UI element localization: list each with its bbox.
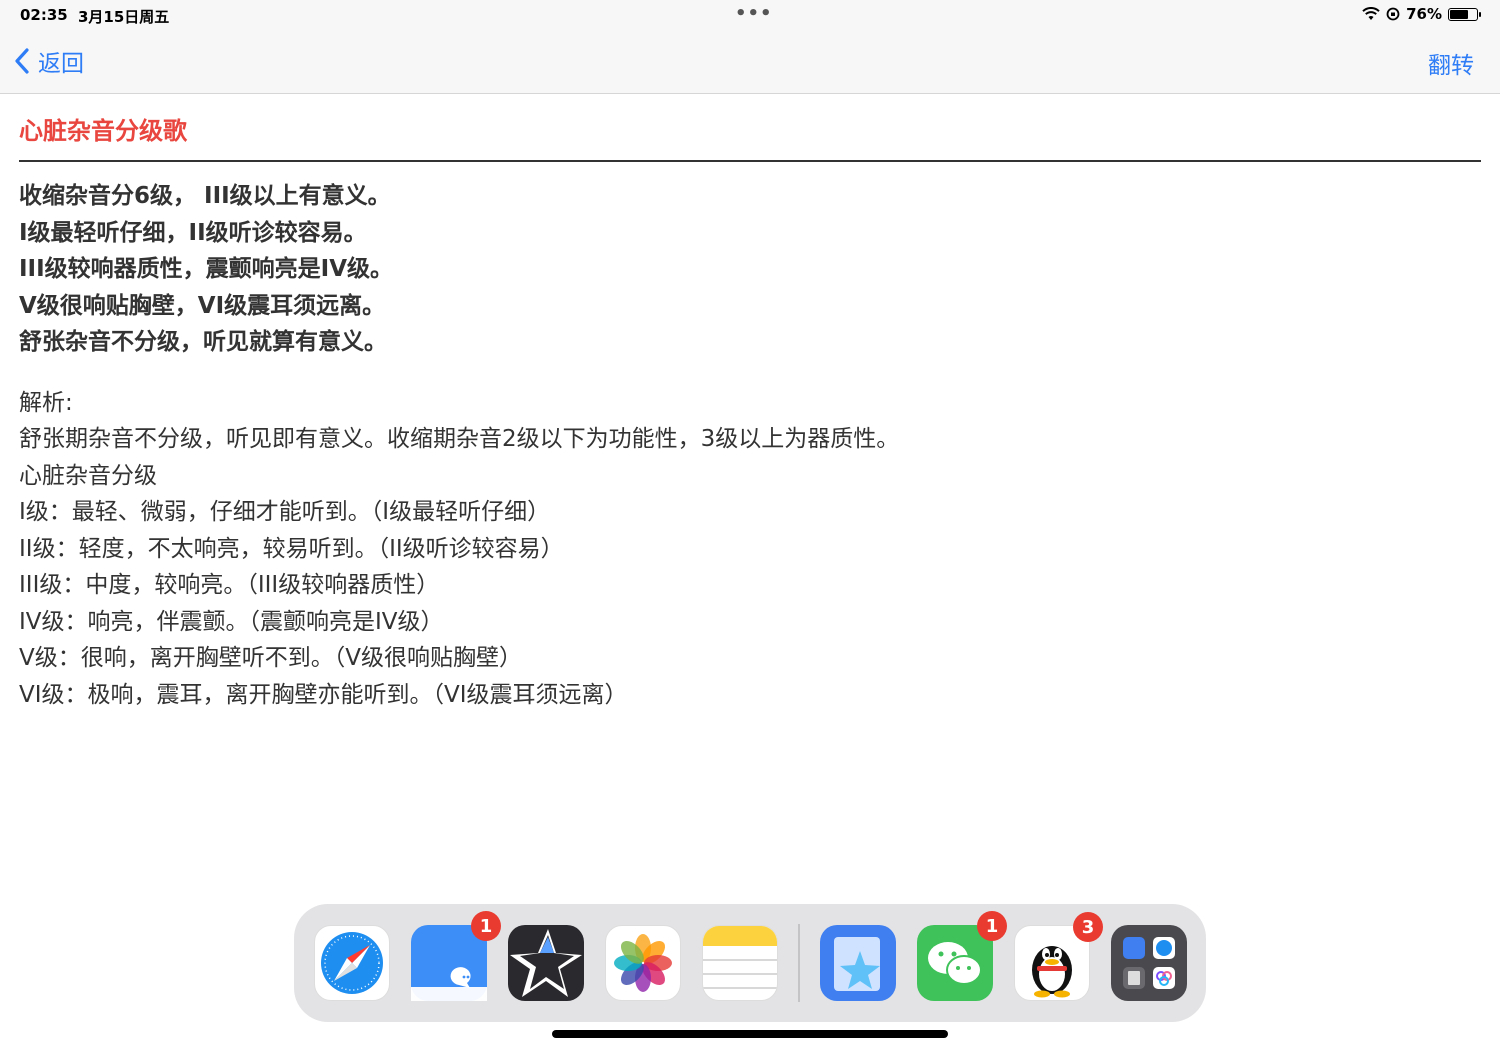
wechat-app[interactable]: 1 [917,911,1007,1001]
back-button[interactable]: 返回 [14,44,84,78]
star-app[interactable] [508,925,584,1001]
verse-line: 舒张杂音不分级，听见就算有意义。 [19,329,387,355]
orientation-lock-icon [1386,7,1400,21]
back-label: 返回 [38,51,84,77]
verse-line: I级最轻听仔细，II级听诊较容易。 [19,219,367,246]
bookmark-star-app[interactable] [820,925,896,1001]
navigation-bar: 返回 翻转 [0,30,1500,94]
notes-app[interactable] [702,925,778,1001]
verse-block: 收缩杂音分6级， III级以上有意义。 I级最轻听仔细，II级听诊较容易。 II… [19,178,1481,361]
battery-fill [1450,9,1468,19]
analysis-line: 舒张期杂音不分级，听见即有意义。收缩期杂音2级以下为功能性，3级以上为器质性。 [19,426,900,452]
chevron-left-icon [15,48,29,74]
home-indicator[interactable] [552,1030,948,1038]
dock-divider [798,924,800,1002]
status-time: 02:35 [20,6,68,24]
safari-icon [321,932,383,994]
status-date: 3月15日周五 [78,8,170,26]
analysis-line: VI级：极响，震耳，离开胸壁亦能听到。（VI级震耳须远离） [19,681,628,708]
app-library-icon [1123,937,1175,989]
safari-app[interactable] [314,925,390,1001]
photos-icon [614,934,672,992]
document-title: 心脏杂音分级歌 [19,94,1481,162]
star-app-icon [510,929,582,997]
status-bar: 02:35 3月15日周五 ••• 76% [0,0,1500,30]
notification-badge: 1 [977,911,1007,941]
analysis-block: 解析: 舒张期杂音不分级，听见即有意义。收缩期杂音2级以下为功能性，3级以上为器… [19,385,1481,714]
analysis-line: V级：很响，离开胸壁听不到。（V级很响贴胸壁） [19,645,522,671]
analysis-line: I级：最轻、微弱，仔细才能听到。（I级最轻听仔细） [19,499,551,525]
notification-badge: 1 [471,911,501,941]
photos-app[interactable] [605,925,681,1001]
notification-badge: 3 [1073,912,1103,942]
messages-app[interactable]: 1 [411,911,501,1001]
bookmark-star-app-icon [834,937,880,991]
analysis-subheading: 心脏杂音分级 [19,462,157,489]
wifi-icon [1362,7,1380,20]
analysis-heading: 解析: [19,389,73,416]
analysis-line: II级：轻度，不太响亮，较易听到。（II级听诊较容易） [19,535,564,562]
analysis-line: III级：中度，较响亮。（III级较响器质性） [19,572,440,598]
verse-line: 收缩杂音分6级， III级以上有意义。 [19,183,391,209]
battery-percent: 76% [1406,5,1442,23]
analysis-line: IV级：响亮，伴震颤。（震颤响亮是IV级） [19,608,444,635]
qq-app[interactable]: 3 [1014,912,1103,1001]
notes-icon [703,926,777,989]
flip-button[interactable]: 翻转 [1428,46,1474,80]
document-content: 心脏杂音分级歌 收缩杂音分6级， III级以上有意义。 I级最轻听仔细，II级听… [19,94,1481,713]
dock: 1 1 3 [294,904,1206,1022]
verse-line: III级较响器质性，震颤响亮是IV级。 [19,256,394,282]
status-right: 76% [1362,5,1481,23]
app-library[interactable] [1111,925,1187,1001]
verse-line: V级很响贴胸壁，VI级震耳须远离。 [19,292,386,319]
battery-icon [1448,7,1481,21]
multitasking-dots-icon[interactable]: ••• [735,3,773,24]
